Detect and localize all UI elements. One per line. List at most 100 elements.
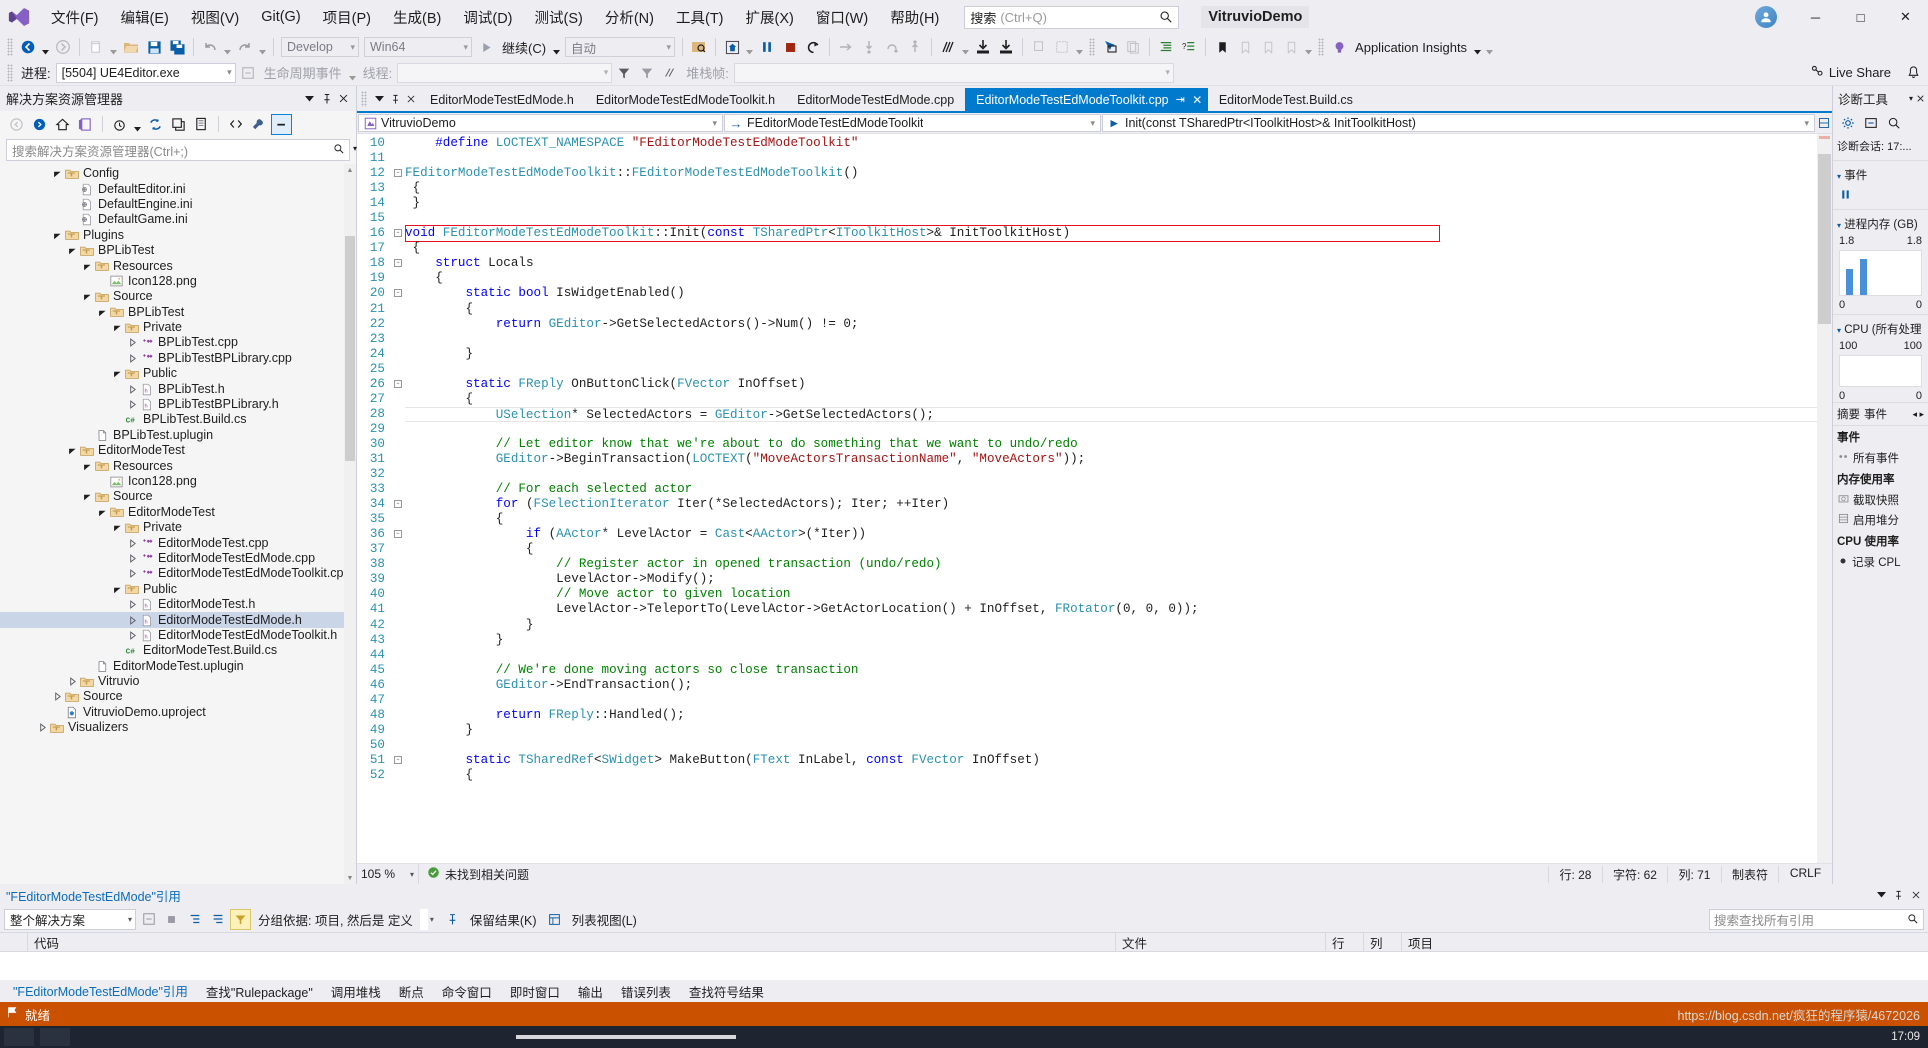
fold-toggle-icon[interactable] bbox=[391, 136, 405, 151]
code-line[interactable]: 15 bbox=[357, 211, 1817, 226]
tree-twisty-icon[interactable] bbox=[96, 506, 109, 519]
select-icon[interactable] bbox=[1860, 113, 1881, 134]
tab-nav-arrows-icon[interactable]: ◂ ▸ bbox=[1912, 409, 1924, 420]
next-bookmark-icon[interactable] bbox=[1257, 36, 1279, 58]
tree-item-editormodetest-build-cs[interactable]: C# EditorModeTest.Build.cs bbox=[0, 643, 356, 658]
copy-dom-icon[interactable] bbox=[1122, 36, 1144, 58]
code-line[interactable]: 41 LevelActor->TeleportTo(LevelActor->Ge… bbox=[357, 602, 1817, 617]
code-line[interactable]: 28 USelection* SelectedActors = GEditor-… bbox=[357, 406, 1817, 422]
application-insights-label[interactable]: Application Insights bbox=[1351, 40, 1471, 55]
fold-toggle-icon[interactable] bbox=[391, 648, 405, 663]
code-line[interactable]: 26- static FReply OnButtonClick(FVector … bbox=[357, 377, 1817, 392]
fold-toggle-icon[interactable] bbox=[391, 241, 405, 256]
tree-twisty-icon[interactable] bbox=[81, 460, 94, 473]
fold-toggle-icon[interactable] bbox=[391, 663, 405, 678]
tree-twisty-icon[interactable] bbox=[126, 598, 139, 611]
tree-item-source[interactable]: Source bbox=[0, 289, 356, 304]
code-line[interactable]: 14 } bbox=[357, 196, 1817, 211]
debug-type-combo[interactable]: 自动 ▾ bbox=[565, 37, 676, 57]
find-results-search-input[interactable]: 搜索查找所有引用 ▾ bbox=[1709, 908, 1924, 930]
pin-icon[interactable] bbox=[318, 90, 335, 107]
tree-item-config[interactable]: Config bbox=[0, 166, 356, 181]
tree-item-bplibtest-uplugin[interactable]: BPLibTest.uplugin bbox=[0, 428, 356, 443]
zoom-level-combo[interactable]: 105 % ▾ bbox=[357, 863, 419, 885]
code-line[interactable]: 16- void FEditorModeTestEdModeToolkit::In… bbox=[357, 225, 1817, 243]
fold-toggle-icon[interactable] bbox=[391, 618, 405, 633]
tree-item-defaultgame-ini[interactable]: DefaultGame.ini bbox=[0, 212, 356, 227]
tree-twisty-icon[interactable] bbox=[66, 198, 79, 211]
tree-item-public[interactable]: Public bbox=[0, 366, 356, 381]
tab-summary[interactable]: 摘要 bbox=[1837, 406, 1860, 422]
fold-toggle-icon[interactable] bbox=[391, 467, 405, 482]
restart-icon[interactable] bbox=[802, 36, 824, 58]
tree-twisty-icon[interactable] bbox=[111, 321, 124, 334]
code-line[interactable]: 17 { bbox=[357, 241, 1817, 256]
taskbar-item[interactable] bbox=[4, 1028, 34, 1046]
solution-platform-combo[interactable]: Win64 ▾ bbox=[364, 37, 472, 57]
code-line[interactable]: 37 { bbox=[357, 542, 1817, 557]
code-line[interactable]: 42 } bbox=[357, 618, 1817, 633]
list-view-icon[interactable] bbox=[544, 909, 565, 930]
toggle-breakpoint-down2-icon[interactable] bbox=[995, 36, 1017, 58]
tree-item-public[interactable]: Public bbox=[0, 582, 356, 597]
all-events-item[interactable]: 所有事件 bbox=[1833, 448, 1928, 468]
threads-dropdown-icon[interactable] bbox=[960, 36, 971, 58]
fold-toggle-icon[interactable] bbox=[391, 407, 405, 422]
split-view-icon[interactable] bbox=[1816, 113, 1832, 133]
prev-bookmark-icon[interactable] bbox=[1234, 36, 1256, 58]
code-editor[interactable]: 10 #define LOCTEXT_NAMESPACE "FEditorMod… bbox=[357, 134, 1832, 863]
fold-toggle-icon[interactable]: - bbox=[391, 166, 405, 181]
tab-editormodetestedmodetoolkit-h[interactable]: EditorModeTestEdModeToolkit.h bbox=[584, 88, 787, 111]
zoom-icon[interactable] bbox=[1883, 113, 1904, 134]
tree-twisty-icon[interactable] bbox=[96, 475, 109, 488]
tab-editormodetestedmodetoolkit-cpp[interactable]: EditorModeTestEdModeToolkit.cpp ⇥ ✕ bbox=[965, 88, 1208, 111]
step-over-icon[interactable] bbox=[881, 36, 903, 58]
code-line[interactable]: 44 bbox=[357, 648, 1817, 663]
group-by-dropdown-icon[interactable]: ▾ bbox=[430, 915, 440, 924]
menu-item-analyze[interactable]: 分析(N) bbox=[594, 3, 665, 32]
tree-item-defaulteditor-ini[interactable]: DefaultEditor.ini bbox=[0, 181, 356, 196]
navigate-backward-icon[interactable] bbox=[17, 36, 39, 58]
fold-toggle-icon[interactable] bbox=[391, 693, 405, 708]
column-line[interactable]: 行 bbox=[1326, 932, 1364, 952]
collapse-all-icon[interactable] bbox=[168, 114, 189, 135]
code-text-area[interactable]: 10 #define LOCTEXT_NAMESPACE "FEditorMod… bbox=[357, 134, 1817, 863]
fold-toggle-icon[interactable]: - bbox=[391, 226, 405, 241]
tree-twisty-icon[interactable] bbox=[126, 336, 139, 349]
tree-item-editormodetest[interactable]: EditorModeTest bbox=[0, 505, 356, 520]
column-col[interactable]: 列 bbox=[1364, 932, 1402, 952]
code-line[interactable]: 31 GEditor->BeginTransaction(LOCTEXT("Mo… bbox=[357, 452, 1817, 467]
redo-icon[interactable] bbox=[234, 36, 256, 58]
code-line[interactable]: 32 bbox=[357, 467, 1817, 482]
code-line[interactable]: 51- static TSharedRef<SWidget> MakeButto… bbox=[357, 753, 1817, 768]
taskbar-clock[interactable]: 17:09 bbox=[1891, 1031, 1928, 1043]
code-line[interactable]: 22 return GEditor->GetSelectedActors()->… bbox=[357, 317, 1817, 332]
tree-twisty-icon[interactable] bbox=[66, 213, 79, 226]
menu-item-project[interactable]: 项目(P) bbox=[312, 3, 382, 32]
tab-call-stack[interactable]: 调用堆栈 bbox=[322, 980, 390, 1003]
menu-item-test[interactable]: 测试(S) bbox=[524, 3, 594, 32]
tree-item-editormodetestedmode-cpp[interactable]: EditorModeTestEdMode.cpp bbox=[0, 551, 356, 566]
tab-close-icon[interactable]: ✕ bbox=[1191, 93, 1204, 107]
tree-item-editormodetest-uplugin[interactable]: EditorModeTest.uplugin bbox=[0, 659, 356, 674]
tree-twisty-icon[interactable] bbox=[111, 413, 124, 426]
code-line[interactable]: 13 { bbox=[357, 181, 1817, 196]
code-line[interactable]: 27 { bbox=[357, 392, 1817, 407]
tree-item-bplibtestbplibrary-cpp[interactable]: BPLibTestBPLibrary.cpp bbox=[0, 351, 356, 366]
close-icon[interactable] bbox=[1907, 887, 1924, 904]
find-results-table-body[interactable] bbox=[0, 952, 1928, 980]
open-file-icon[interactable] bbox=[120, 36, 142, 58]
flag-filter-icon[interactable] bbox=[613, 62, 635, 84]
save-all-icon[interactable] bbox=[166, 36, 188, 58]
column-file[interactable]: 文件 bbox=[1116, 932, 1326, 952]
keep-results-label[interactable]: 保留结果(K) bbox=[465, 910, 542, 929]
tree-item-bplibtest-cpp[interactable]: BPLibTest.cpp bbox=[0, 335, 356, 350]
step-out-icon[interactable] bbox=[904, 36, 926, 58]
tree-twisty-icon[interactable] bbox=[126, 567, 139, 580]
step-into-icon[interactable] bbox=[858, 36, 880, 58]
back-icon[interactable] bbox=[6, 114, 27, 135]
pending-changes-dropdown-icon[interactable] bbox=[132, 113, 143, 135]
bookmarks-dropdown-icon[interactable] bbox=[1303, 36, 1314, 58]
collapse-all-results-icon[interactable] bbox=[207, 909, 228, 930]
navigate-backward-dropdown-icon[interactable] bbox=[40, 36, 51, 58]
